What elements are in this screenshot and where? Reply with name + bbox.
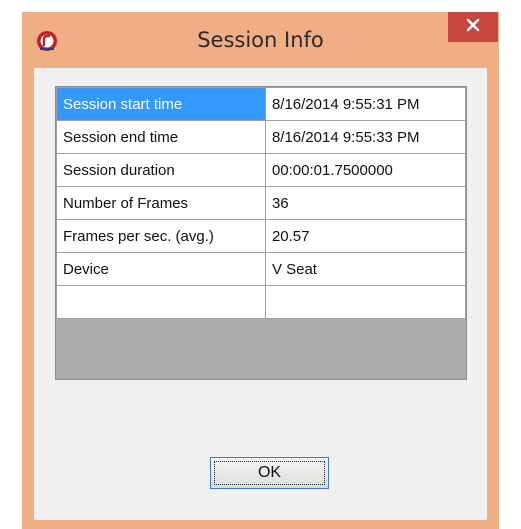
property-name-cell[interactable]: Session duration <box>56 153 266 187</box>
session-info-table: Session start time 8/16/2014 9:55:31 PM Se… <box>56 87 466 319</box>
property-name-cell[interactable]: Device <box>56 252 266 286</box>
table-row[interactable]: Session duration 00:00:01.7500000 <box>56 153 466 187</box>
property-name-cell[interactable]: Number of Frames <box>56 186 266 220</box>
table-row[interactable]: Number of Frames 36 <box>56 186 466 220</box>
table-row[interactable] <box>56 285 466 319</box>
dialog-client-area: Session start time 8/16/2014 9:55:31 PM Se… <box>34 68 487 520</box>
session-info-window: Session Info Session start time 8/16/2014… <box>22 12 499 529</box>
property-name-cell[interactable]: Frames per sec. (avg.) <box>56 219 266 253</box>
close-icon <box>466 18 480 37</box>
table-row[interactable]: Session start time 8/16/2014 9:55:31 PM <box>56 87 466 121</box>
property-name-cell[interactable]: Session start time <box>56 87 266 121</box>
property-value-cell[interactable]: V Seat <box>264 252 466 286</box>
property-value-cell[interactable]: 20.57 <box>264 219 466 253</box>
property-value-cell[interactable]: 8/16/2014 9:55:33 PM <box>264 120 466 154</box>
property-value-cell[interactable]: 36 <box>264 186 466 220</box>
property-name-cell[interactable]: Session end time <box>56 120 266 154</box>
property-name-cell[interactable] <box>56 285 266 319</box>
property-value-cell[interactable]: 8/16/2014 9:55:31 PM <box>264 87 466 121</box>
property-value-cell[interactable] <box>264 285 466 319</box>
table-row[interactable]: Session end time 8/16/2014 9:55:33 PM <box>56 120 466 154</box>
session-info-grid: Session start time 8/16/2014 9:55:31 PM Se… <box>55 86 467 380</box>
focus-rectangle <box>214 461 325 485</box>
close-button[interactable] <box>448 12 498 42</box>
table-row[interactable]: Frames per sec. (avg.) 20.57 <box>56 219 466 253</box>
table-row[interactable]: Device V Seat <box>56 252 466 286</box>
ok-button[interactable]: OK <box>210 457 329 489</box>
window-title: Session Info <box>197 28 324 52</box>
property-value-cell[interactable]: 00:00:01.7500000 <box>264 153 466 187</box>
title-bar[interactable]: Session Info <box>22 12 499 68</box>
app-logo-icon <box>36 30 58 52</box>
